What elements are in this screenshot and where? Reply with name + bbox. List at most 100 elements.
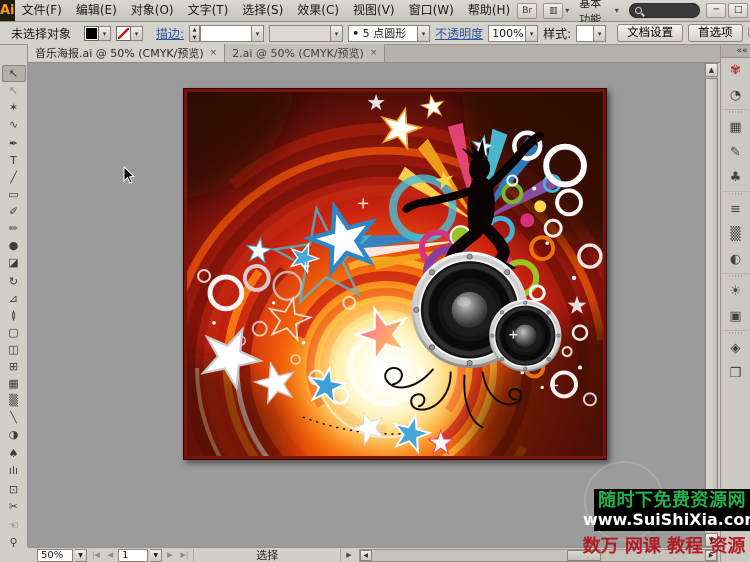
rotate-tool[interactable]: ↻: [2, 273, 26, 290]
type-tool[interactable]: T: [2, 152, 26, 169]
status-expand-icon[interactable]: ▶: [343, 551, 354, 559]
app-logo[interactable]: Ai: [0, 0, 15, 21]
stroke-panel-icon[interactable]: ≡: [722, 197, 750, 222]
symbol-sprayer-tool[interactable]: ♠: [2, 445, 26, 462]
watermark-tagline: 数万 网课 教程 资源: [582, 536, 746, 557]
line-segment-tool[interactable]: ╱: [2, 169, 26, 186]
brushes-panel-icon[interactable]: ✎: [722, 140, 750, 165]
magic-wand-tool[interactable]: ✶: [2, 99, 26, 116]
mesh-tool[interactable]: ▦: [2, 375, 26, 392]
first-artboard-icon[interactable]: |◀: [89, 551, 103, 559]
stroke-panel-link[interactable]: 描边:: [156, 25, 184, 42]
color-panel-icon[interactable]: ✾: [722, 58, 750, 83]
close-tab-icon[interactable]: ×: [210, 48, 218, 58]
style-dropdown-icon[interactable]: ▾: [594, 24, 607, 42]
document-setup-button[interactable]: 文档设置: [617, 24, 684, 42]
previous-artboard-icon[interactable]: ◀: [105, 551, 116, 559]
transparency-panel-icon[interactable]: ◐: [722, 247, 750, 272]
perspective-grid-tool[interactable]: ⊞: [2, 358, 26, 375]
opacity-input[interactable]: 100%: [488, 24, 527, 42]
artboard-dropdown-icon[interactable]: ▼: [150, 548, 163, 562]
stroke-color-swatch[interactable]: [116, 25, 132, 41]
slice-tool[interactable]: ✂: [2, 498, 26, 515]
artboard-number-input[interactable]: 1: [118, 548, 149, 562]
style-select[interactable]: [576, 24, 595, 42]
bridge-icon[interactable]: Br: [517, 2, 538, 19]
scroll-left-icon[interactable]: ◀: [359, 549, 372, 561]
menu-type[interactable]: 文字(T): [181, 0, 236, 21]
appearance-panel-icon[interactable]: ☀: [722, 279, 750, 304]
swatches-panel-icon[interactable]: ▦: [722, 115, 750, 140]
profile-dropdown-icon[interactable]: ▾: [331, 24, 344, 42]
menu-effect[interactable]: 效果(C): [290, 0, 346, 21]
lasso-tool[interactable]: ∿: [2, 116, 26, 133]
tab-2ai[interactable]: 2.ai @ 50% (CMYK/预览) ×: [225, 44, 386, 62]
stroke-color-dropdown-icon[interactable]: ▾: [131, 25, 144, 41]
width-tool[interactable]: ≬: [2, 307, 26, 324]
maximize-button[interactable]: □: [728, 3, 749, 18]
artboard-music-poster[interactable]: [183, 88, 607, 460]
menu-window[interactable]: 窗口(W): [402, 0, 461, 21]
gradient-tool[interactable]: ▒: [2, 392, 26, 409]
opacity-panel-link[interactable]: 不透明度: [435, 25, 483, 42]
tab-music-poster[interactable]: 音乐海报.ai @ 50% (CMYK/预览) ×: [28, 44, 226, 62]
control-bar: 未选择对象 ▾ ▾ 描边: ▲ ▼ ▾ ▾ • 5 点圆形 ▾ 不透明度 100%…: [0, 22, 750, 45]
pencil-tool[interactable]: ✏: [2, 220, 26, 237]
scale-tool[interactable]: ⊿: [2, 290, 26, 307]
search-input[interactable]: [628, 3, 701, 18]
menu-select[interactable]: 选择(S): [235, 0, 290, 21]
mouse-cursor-icon: [123, 165, 136, 187]
tab-label: 2.ai @ 50% (CMYK/预览): [232, 47, 364, 60]
zoom-level-input[interactable]: 50%: [37, 548, 73, 562]
selection-tool[interactable]: ↖: [1, 65, 26, 82]
fill-color-swatch[interactable]: [84, 25, 100, 41]
vertical-scroll-thumb[interactable]: [705, 78, 718, 516]
graphic-styles-panel-icon[interactable]: ▣: [722, 304, 750, 329]
brush-dropdown-icon[interactable]: ▾: [418, 24, 431, 42]
zoom-dropdown-icon[interactable]: ▼: [75, 548, 87, 562]
symbols-panel-icon[interactable]: ♣: [722, 165, 750, 190]
arrange-documents-icon[interactable]: ▥: [543, 2, 564, 19]
blend-tool[interactable]: ◑: [2, 426, 26, 443]
preferences-button[interactable]: 首选项: [688, 24, 743, 42]
brush-definition-select[interactable]: • 5 点圆形: [348, 24, 419, 42]
artboards-panel-icon[interactable]: ❐: [722, 361, 750, 386]
menu-file[interactable]: 文件(F): [15, 0, 69, 21]
close-tab-icon[interactable]: ×: [370, 48, 378, 58]
minimize-button[interactable]: ─: [706, 3, 727, 18]
fill-color-dropdown-icon[interactable]: ▾: [99, 25, 112, 41]
artboard-tool[interactable]: ⊡: [2, 481, 26, 498]
last-artboard-icon[interactable]: ▶|: [178, 551, 192, 559]
canvas-pasteboard[interactable]: [28, 63, 704, 547]
expand-panels-icon[interactable]: ««: [720, 45, 750, 58]
eyedropper-tool[interactable]: ╲: [2, 409, 26, 426]
separator: [721, 273, 750, 278]
paintbrush-tool[interactable]: ✐: [2, 203, 26, 220]
layers-panel-icon[interactable]: ◈: [722, 336, 750, 361]
shape-builder-tool[interactable]: ◫: [2, 341, 26, 358]
gradient-panel-icon[interactable]: ▒: [722, 222, 750, 247]
variable-width-profile-select[interactable]: [269, 24, 332, 42]
menu-edit[interactable]: 编辑(E): [69, 0, 124, 21]
zoom-tool[interactable]: ⚲: [2, 534, 26, 547]
menu-help[interactable]: 帮助(H): [461, 0, 517, 21]
eraser-tool[interactable]: ◪: [2, 254, 26, 271]
stroke-width-input[interactable]: [200, 24, 253, 42]
blob-brush-tool[interactable]: ●: [2, 237, 26, 254]
stroke-width-stepper[interactable]: ▲ ▼: [189, 24, 201, 42]
rectangle-tool[interactable]: ▭: [2, 186, 26, 203]
color-guide-panel-icon[interactable]: ◔: [722, 83, 750, 108]
next-artboard-icon[interactable]: ▶: [164, 551, 175, 559]
direct-selection-tool[interactable]: ↖: [2, 82, 26, 99]
menu-object[interactable]: 对象(O): [124, 0, 181, 21]
free-transform-tool[interactable]: ▢: [2, 324, 26, 341]
column-graph-tool[interactable]: ılı: [2, 462, 26, 479]
stroke-width-dropdown-icon[interactable]: ▾: [252, 24, 265, 42]
vertical-scrollbar[interactable]: ▲ ▼: [704, 63, 718, 547]
pen-tool[interactable]: ✒: [2, 135, 26, 152]
hand-tool[interactable]: ☜: [2, 517, 26, 534]
separator: [721, 330, 750, 335]
menu-view[interactable]: 视图(V): [346, 0, 402, 21]
scroll-up-icon[interactable]: ▲: [705, 63, 718, 77]
opacity-dropdown-icon[interactable]: ▾: [526, 24, 539, 42]
